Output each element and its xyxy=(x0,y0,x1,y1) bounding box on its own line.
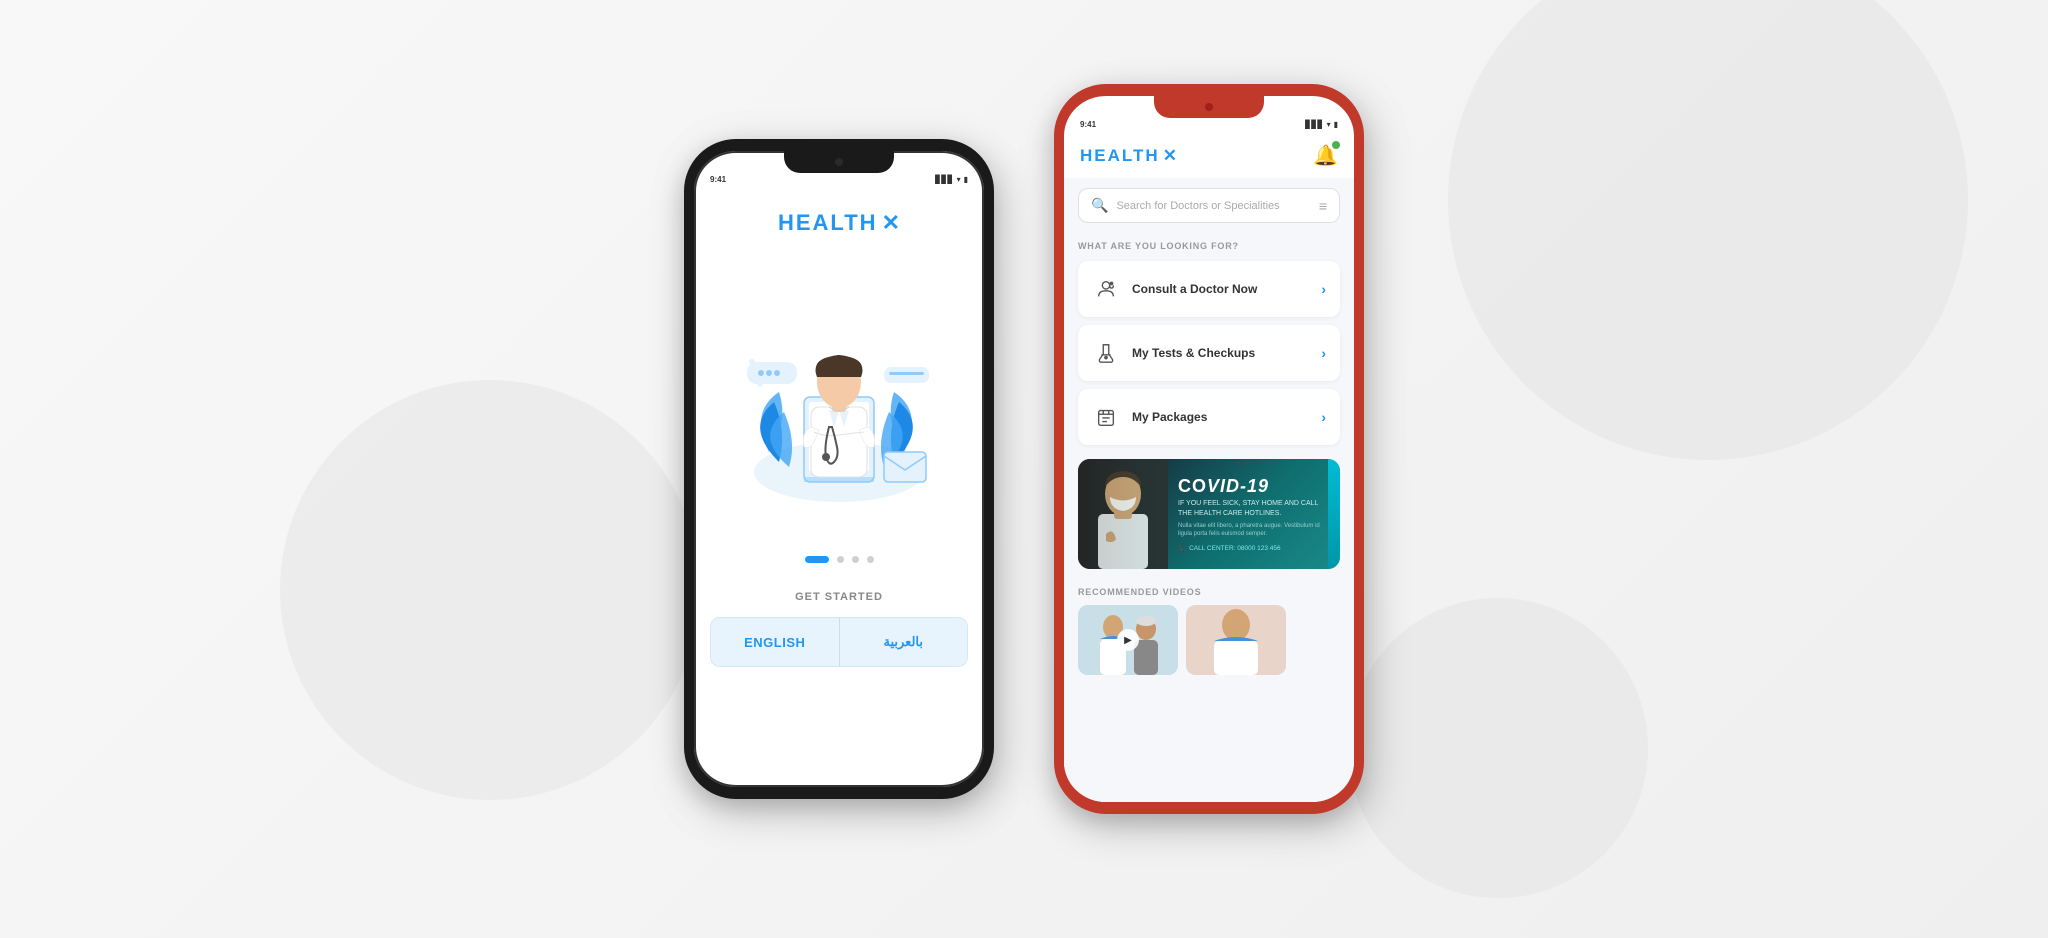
arabic-button[interactable]: بالعربية xyxy=(840,618,968,666)
home-header: HEALTH ✕ 🔔 xyxy=(1064,135,1354,178)
tests-checkups-icon xyxy=(1092,339,1120,367)
bg-blob-2 xyxy=(1448,0,1968,460)
video-thumb-2[interactable] xyxy=(1186,605,1286,675)
scene: 9:41 ▊▊▊ ▾ ▮ HEALTH ✕ xyxy=(0,0,2048,938)
left-logo-x: ✕ xyxy=(882,210,900,236)
covid-call-center: 📞 CALL CENTER: 08000 123 456 xyxy=(1178,545,1330,553)
dot-1 xyxy=(805,556,829,563)
packages-label: My Packages xyxy=(1132,410,1309,424)
consult-doctor-label: Consult a Doctor Now xyxy=(1132,282,1309,296)
video-thumb-1[interactable]: ▶ xyxy=(1078,605,1178,675)
consult-doctor-arrow: › xyxy=(1321,281,1326,297)
english-button[interactable]: ENGLISH xyxy=(711,618,840,666)
left-screen-content: HEALTH ✕ xyxy=(694,190,984,788)
search-bar[interactable]: 🔍 Search for Doctors or Specialities ≡ xyxy=(1078,188,1340,223)
get-started-label: GET STARTED xyxy=(795,591,883,603)
right-logo-text: HEALTH xyxy=(1080,146,1160,166)
left-status-icons: ▊▊▊ ▾ ▮ xyxy=(935,175,968,184)
covid-content: COVID-19 IF YOU FEEL SICK, STAY HOME AND… xyxy=(1168,459,1340,569)
notification-bell[interactable]: 🔔 xyxy=(1313,143,1338,168)
covid-person-photo xyxy=(1078,459,1168,569)
consult-doctor-card[interactable]: Consult a Doctor Now › xyxy=(1078,261,1340,317)
tests-checkups-card[interactable]: My Tests & Checkups › xyxy=(1078,325,1340,381)
right-phone-notch xyxy=(1154,96,1264,118)
covid-teal-accent xyxy=(1328,459,1340,569)
recommended-label: RECOMMENDED VIDEOS xyxy=(1078,587,1340,597)
packages-arrow: › xyxy=(1321,409,1326,425)
home-screen: HEALTH ✕ 🔔 🔍 Search for Doctors or Speci… xyxy=(1064,135,1354,803)
signal-icon: ▊▊▊ xyxy=(935,175,953,184)
covid-banner[interactable]: COVID-19 IF YOU FEEL SICK, STAY HOME AND… xyxy=(1078,459,1340,569)
right-notch-camera xyxy=(1205,103,1213,111)
phones-container: 9:41 ▊▊▊ ▾ ▮ HEALTH ✕ xyxy=(684,124,1364,814)
welcome-screen: HEALTH ✕ xyxy=(694,190,984,788)
right-wifi-icon: ▾ xyxy=(1327,120,1331,129)
right-signal-icon: ▊▊▊ xyxy=(1305,120,1323,129)
bg-blob-3 xyxy=(1348,598,1648,898)
recommended-videos-section: RECOMMENDED VIDEOS xyxy=(1064,579,1354,679)
dot-3 xyxy=(852,556,859,563)
right-screen-content: HEALTH ✕ 🔔 🔍 Search for Doctors or Speci… xyxy=(1064,135,1354,803)
tests-checkups-label: My Tests & Checkups xyxy=(1132,346,1309,360)
packages-icon xyxy=(1092,403,1120,431)
left-app-logo: HEALTH ✕ xyxy=(778,210,900,236)
left-phone-notch xyxy=(784,151,894,173)
covid-title: COVID-19 xyxy=(1178,477,1330,495)
covid-body-text: Nulla vitae elit libero, a pharetra augu… xyxy=(1178,523,1330,539)
consult-doctor-icon xyxy=(1092,275,1120,303)
packages-card[interactable]: My Packages › xyxy=(1078,389,1340,445)
dot-2 xyxy=(837,556,844,563)
notification-badge xyxy=(1332,141,1340,149)
covid-subtitle: IF YOU FEEL SICK, STAY HOME AND CALL THE… xyxy=(1178,499,1330,519)
video-thumbnails: ▶ xyxy=(1078,605,1340,675)
right-status-time: 9:41 xyxy=(1080,120,1096,129)
search-icon: 🔍 xyxy=(1091,197,1108,214)
right-app-logo: HEALTH ✕ xyxy=(1080,146,1177,166)
left-notch-camera xyxy=(835,158,843,166)
left-status-time: 9:41 xyxy=(710,175,726,184)
section-label-looking-for: WHAT ARE YOU LOOKING FOR? xyxy=(1064,233,1354,257)
dot-4 xyxy=(867,556,874,563)
play-button-1[interactable]: ▶ xyxy=(1117,629,1139,651)
wifi-icon: ▾ xyxy=(957,175,961,184)
filter-icon[interactable]: ≡ xyxy=(1319,198,1327,214)
phone-right: 9:41 ▊▊▊ ▾ ▮ HEALTH ✕ xyxy=(1054,84,1364,814)
right-status-icons: ▊▊▊ ▾ ▮ xyxy=(1305,120,1338,129)
battery-icon: ▮ xyxy=(964,175,968,184)
phone-icon: 📞 xyxy=(1178,545,1186,553)
language-buttons: ENGLISH بالعربية xyxy=(710,617,968,667)
onboarding-dots xyxy=(805,556,874,563)
bg-blob-1 xyxy=(280,380,700,800)
tests-checkups-arrow: › xyxy=(1321,345,1326,361)
right-battery-icon: ▮ xyxy=(1334,120,1338,129)
right-logo-x: ✕ xyxy=(1163,146,1177,166)
phone-left: 9:41 ▊▊▊ ▾ ▮ HEALTH ✕ xyxy=(684,139,994,799)
search-input[interactable]: Search for Doctors or Specialities xyxy=(1116,200,1310,212)
doctor-illustration xyxy=(729,252,949,532)
left-logo-text: HEALTH xyxy=(778,210,878,236)
